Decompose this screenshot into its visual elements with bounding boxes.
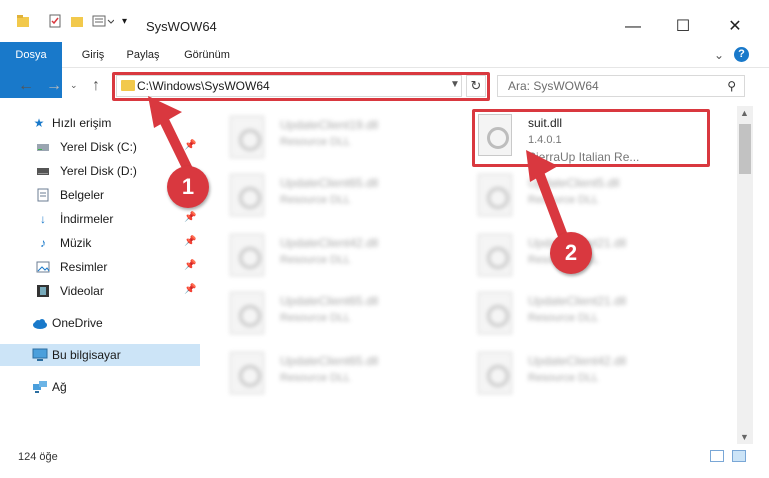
drive-icon xyxy=(36,164,50,178)
documents-icon xyxy=(36,188,50,202)
maximize-button[interactable]: ☐ xyxy=(660,14,706,40)
search-placeholder: Ara: SysWOW64 xyxy=(508,79,599,93)
dll-file-icon xyxy=(478,234,512,276)
search-input[interactable]: Ara: SysWOW64 ⚲ xyxy=(497,75,745,97)
status-bar: 124 öğe xyxy=(0,446,769,468)
cloud-icon xyxy=(32,316,47,330)
dll-file-icon xyxy=(230,116,264,158)
forward-arrow-icon[interactable]: → xyxy=(46,77,62,95)
vertical-scrollbar[interactable]: ▲ ▼ xyxy=(737,106,753,444)
folder-icon xyxy=(16,14,30,31)
computer-icon xyxy=(32,348,48,362)
network-icon xyxy=(32,380,47,394)
customize-icon[interactable] xyxy=(92,14,115,31)
star-icon: ★ xyxy=(33,116,45,130)
pin-icon[interactable]: 📌 xyxy=(184,260,196,271)
window-title: SysWOW64 xyxy=(146,19,217,34)
scroll-thumb[interactable] xyxy=(739,124,751,174)
search-icon[interactable]: ⚲ xyxy=(727,79,736,93)
dll-file-icon xyxy=(230,292,264,334)
file-item[interactable]: UpdateClient42.dll Resource DLL xyxy=(218,230,458,286)
sidebar-item-this-pc[interactable]: Bu bilgisayar xyxy=(0,344,200,366)
sidebar-item-network[interactable]: Ağ xyxy=(0,376,200,398)
pin-icon[interactable]: 📌 xyxy=(184,284,196,295)
film-icon xyxy=(36,284,50,298)
back-arrow-icon[interactable]: ← xyxy=(18,77,34,95)
step-badge-2: 2 xyxy=(550,232,592,274)
sidebar-item-onedrive[interactable]: OneDrive xyxy=(0,312,200,334)
dll-file-icon xyxy=(230,234,264,276)
music-note-icon: ♪ xyxy=(40,236,46,250)
title-bar: ▾ SysWOW64 — ☐ ✕ xyxy=(0,0,769,40)
item-count: 124 öğe xyxy=(18,451,58,463)
sidebar-item-downloads[interactable]: ↓ İndirmeler 📌 xyxy=(0,208,200,230)
pin-icon[interactable]: 📌 xyxy=(184,212,196,223)
sidebar-item-videos[interactable]: Videolar 📌 xyxy=(0,280,200,302)
details-view-icon[interactable] xyxy=(710,450,724,462)
sidebar-item-music[interactable]: ♪ Müzik 📌 xyxy=(0,232,200,254)
chevron-down-icon[interactable]: ▾ xyxy=(122,16,127,27)
dll-file-icon xyxy=(478,292,512,334)
new-folder-icon[interactable] xyxy=(70,14,84,31)
file-item[interactable]: UpdateClient42.dll Resource DLL xyxy=(466,348,706,404)
file-item[interactable]: UpdateClient65.dll Resource DLL xyxy=(218,288,458,344)
dll-file-icon xyxy=(230,352,264,394)
file-item[interactable]: UpdateClient21.dll Resource DLL xyxy=(466,288,706,344)
chevron-down-icon[interactable]: ⌄ xyxy=(714,48,724,62)
pin-icon[interactable]: 📌 xyxy=(184,236,196,247)
file-highlight xyxy=(472,109,710,167)
dll-file-icon xyxy=(230,174,264,216)
tab-home[interactable]: Giriş xyxy=(70,42,116,68)
download-arrow-icon: ↓ xyxy=(40,212,46,226)
scroll-up-icon[interactable]: ▲ xyxy=(740,108,749,118)
tab-view[interactable]: Görünüm xyxy=(176,42,238,68)
tab-share[interactable]: Paylaş xyxy=(118,42,168,68)
drive-icon xyxy=(36,140,50,154)
dll-file-icon xyxy=(478,174,512,216)
sidebar-item-pictures[interactable]: Resimler 📌 xyxy=(0,256,200,278)
step-badge-1: 1 xyxy=(167,166,209,208)
up-arrow-icon[interactable]: ↑ xyxy=(92,77,100,95)
file-item[interactable]: UpdateClient65.dll Resource DLL xyxy=(218,348,458,404)
pictures-icon xyxy=(36,260,50,274)
ribbon: Dosya Giriş Paylaş Görünüm ⌄ ? xyxy=(0,42,769,98)
help-icon[interactable]: ? xyxy=(734,47,749,62)
file-item[interactable]: UpdateClient19.dll Resource DLL xyxy=(218,112,458,168)
close-button[interactable]: ✕ xyxy=(712,14,758,40)
scroll-down-icon[interactable]: ▼ xyxy=(740,432,749,442)
recent-chevron-icon[interactable]: ⌄ xyxy=(70,80,78,91)
minimize-button[interactable]: — xyxy=(610,14,656,40)
large-icons-view-icon[interactable] xyxy=(732,450,746,462)
properties-icon[interactable] xyxy=(48,14,62,31)
dll-file-icon xyxy=(478,352,512,394)
file-item[interactable]: UpdateClient65.dll Resource DLL xyxy=(218,170,458,226)
